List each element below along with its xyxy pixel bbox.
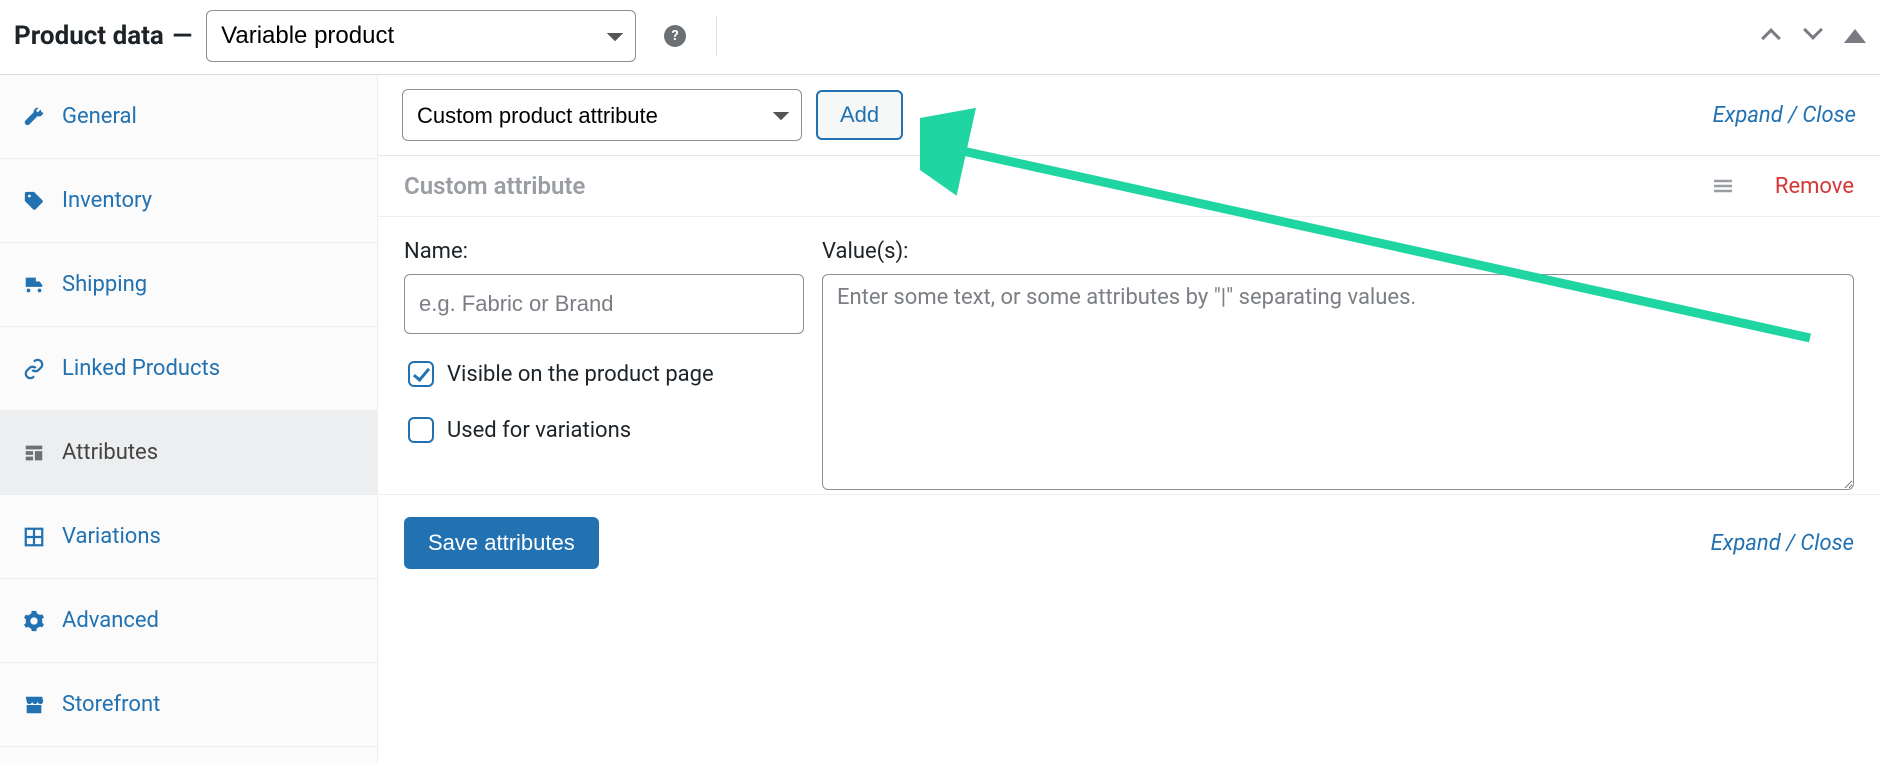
grid-icon xyxy=(22,525,46,549)
move-down-button[interactable] xyxy=(1802,19,1824,53)
sidebar-item-general[interactable]: General xyxy=(0,75,377,159)
chevron-down-icon xyxy=(1803,20,1823,40)
drag-handle-icon[interactable] xyxy=(1711,174,1735,198)
chevron-up-icon xyxy=(1761,28,1781,48)
collapse-panel-button[interactable] xyxy=(1844,29,1866,43)
sidebar-item-label: Shipping xyxy=(62,272,147,297)
sidebar-item-label: Advanced xyxy=(62,608,159,633)
visible-checkbox-label: Visible on the product page xyxy=(447,362,714,387)
store-icon xyxy=(22,693,46,717)
visible-checkbox-row[interactable]: Visible on the product page xyxy=(404,358,804,390)
product-data-header: Product data — Variable product ? xyxy=(0,0,1880,75)
close-link[interactable]: Close xyxy=(1800,531,1854,556)
header-left: Product data — Variable product ? xyxy=(14,10,717,62)
panel-title-dash: — xyxy=(170,21,194,51)
panel-body: General Inventory Shipping Linked Produc… xyxy=(0,75,1880,763)
panel-title: Product data — xyxy=(14,21,194,51)
remove-attribute-link[interactable]: Remove xyxy=(1775,174,1854,199)
expand-link[interactable]: Expand xyxy=(1711,531,1781,556)
sidebar-item-variations[interactable]: Variations xyxy=(0,495,377,579)
sidebar-item-linked-products[interactable]: Linked Products xyxy=(0,327,377,411)
attribute-row-body: Name: Visible on the product page Used f… xyxy=(378,217,1880,495)
help-icon[interactable]: ? xyxy=(664,25,686,47)
expand-close-bottom: Expand / Close xyxy=(1711,531,1854,556)
save-attributes-button[interactable]: Save attributes xyxy=(404,517,599,569)
visible-checkbox[interactable] xyxy=(408,361,434,387)
sidebar-item-attributes[interactable]: Attributes xyxy=(0,411,377,495)
close-link[interactable]: Close xyxy=(1802,103,1856,128)
attribute-row-header[interactable]: Custom attribute Remove xyxy=(378,156,1880,217)
attribute-row-title: Custom attribute xyxy=(404,172,585,200)
expand-close-divider: / xyxy=(1788,103,1802,128)
name-label: Name: xyxy=(404,239,804,264)
panel-title-text: Product data xyxy=(14,21,164,51)
sidebar-item-advanced[interactable]: Advanced xyxy=(0,579,377,663)
sidebar-item-label: General xyxy=(62,104,137,129)
truck-icon xyxy=(22,273,46,297)
attribute-type-select[interactable]: Custom product attribute xyxy=(402,89,802,141)
sidebar-item-shipping[interactable]: Shipping xyxy=(0,243,377,327)
sidebar-item-label: Linked Products xyxy=(62,356,220,381)
sidebar-item-inventory[interactable]: Inventory xyxy=(0,159,377,243)
sidebar-item-label: Inventory xyxy=(62,188,152,213)
attribute-values-textarea[interactable] xyxy=(822,274,1854,490)
product-data-tabs: General Inventory Shipping Linked Produc… xyxy=(0,75,378,763)
attribute-name-input[interactable] xyxy=(404,274,804,334)
attributes-footer: Save attributes Expand / Close xyxy=(378,495,1880,591)
attributes-toolbar: Custom product attribute Add Expand / Cl… xyxy=(378,75,1880,156)
add-button[interactable]: Add xyxy=(816,90,903,140)
sidebar-item-storefront[interactable]: Storefront xyxy=(0,663,377,747)
sidebar-item-label: Variations xyxy=(62,524,161,549)
used-for-variations-label: Used for variations xyxy=(447,418,631,443)
product-type-select[interactable]: Variable product xyxy=(206,10,636,62)
header-controls xyxy=(1760,19,1866,53)
attribute-row-actions: Remove xyxy=(1711,174,1854,199)
attributes-panel: Custom product attribute Add Expand / Cl… xyxy=(378,75,1880,763)
used-for-variations-row[interactable]: Used for variations xyxy=(404,414,804,446)
list-icon xyxy=(22,441,46,465)
attribute-values-column: Value(s): xyxy=(822,239,1854,490)
used-for-variations-checkbox[interactable] xyxy=(408,417,434,443)
tag-icon xyxy=(22,189,46,213)
sidebar-item-label: Attributes xyxy=(62,440,158,465)
expand-close-divider: / xyxy=(1786,531,1800,556)
wrench-icon xyxy=(22,105,46,129)
expand-link[interactable]: Expand xyxy=(1713,103,1783,128)
values-label: Value(s): xyxy=(822,239,1854,264)
move-up-button[interactable] xyxy=(1760,19,1782,53)
header-separator xyxy=(716,16,717,56)
sidebar-item-label: Storefront xyxy=(62,692,160,717)
link-icon xyxy=(22,357,46,381)
expand-close-top: Expand / Close xyxy=(1713,103,1856,128)
attribute-name-column: Name: Visible on the product page Used f… xyxy=(404,239,804,490)
toolbar-left: Custom product attribute Add xyxy=(402,89,903,141)
gear-icon xyxy=(22,609,46,633)
